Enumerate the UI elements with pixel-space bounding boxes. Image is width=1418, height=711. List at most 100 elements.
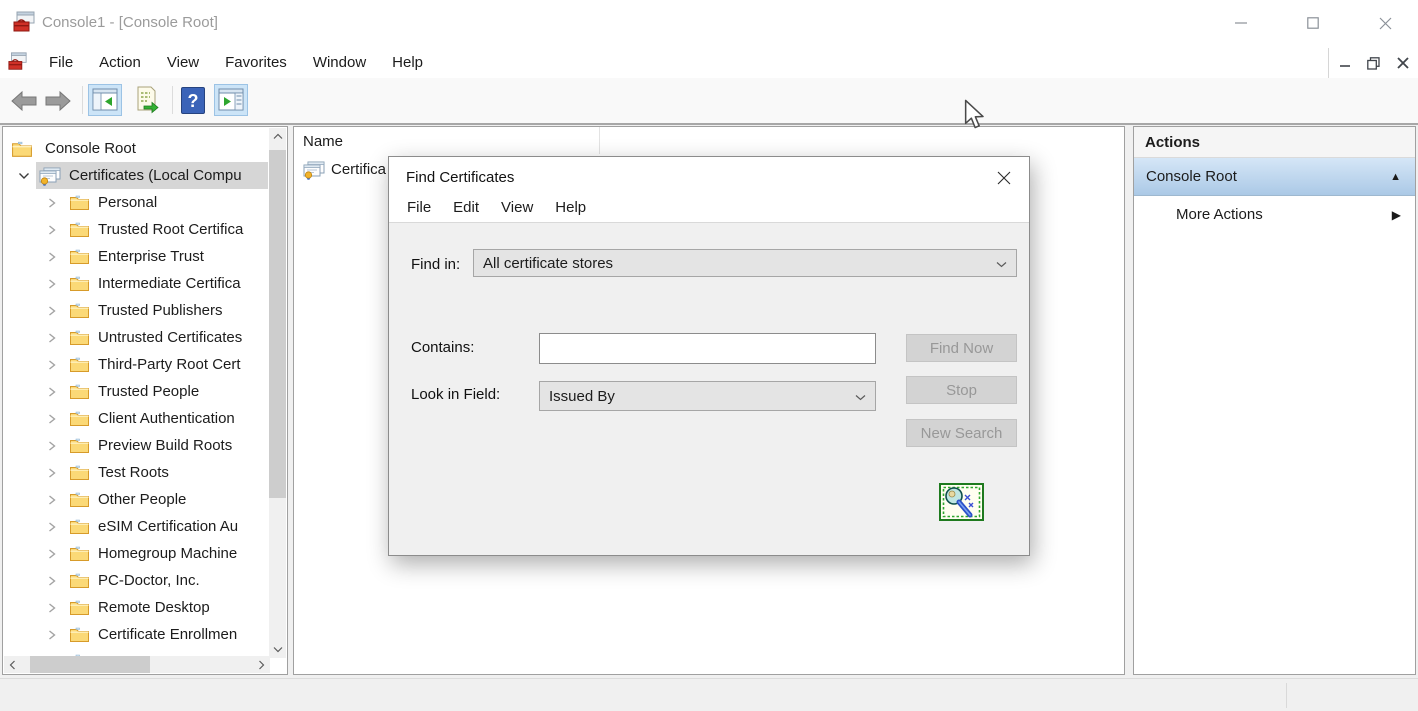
chevron-right-icon[interactable] <box>47 222 59 238</box>
scroll-left-icon[interactable] <box>4 656 21 673</box>
divider <box>82 86 83 114</box>
tree-item[interactable]: Personal <box>47 189 157 216</box>
certificates-icon <box>302 161 325 180</box>
close-button[interactable] <box>1370 10 1400 36</box>
tree-item[interactable]: Certificate Enrollmen <box>47 621 237 648</box>
scroll-right-icon[interactable] <box>253 656 270 673</box>
folder-icon <box>69 410 90 427</box>
chevron-right-icon[interactable] <box>47 357 59 373</box>
find-in-value: All certificate stores <box>483 254 614 272</box>
tree-horizontal-scrollbar[interactable] <box>4 656 270 673</box>
folder-icon <box>69 599 90 616</box>
column-header-name[interactable]: Name <box>303 133 343 150</box>
scrollbar-thumb[interactable] <box>30 656 150 673</box>
export-list-icon[interactable] <box>130 84 164 116</box>
chevron-right-icon[interactable] <box>47 519 59 535</box>
tree-item[interactable]: Intermediate Certifica <box>47 270 241 297</box>
chevron-right-icon[interactable] <box>47 627 59 643</box>
toolbar: ? <box>0 78 1418 125</box>
list-item[interactable]: Certifica <box>302 157 386 181</box>
chevron-right-icon[interactable] <box>47 276 59 292</box>
tree-item-certificates[interactable]: Certificates (Local Compu <box>17 162 242 189</box>
more-actions-item[interactable]: More Actions ▶ <box>1134 196 1415 233</box>
tree-item[interactable]: Preview Build Roots <box>47 432 232 459</box>
menu-action[interactable]: Action <box>86 48 154 78</box>
scrollbar-thumb[interactable] <box>269 150 286 498</box>
tree-item[interactable]: Untrusted Certificates <box>47 324 242 351</box>
tree-item-label: Trusted People <box>98 383 200 400</box>
tree-item-console-root[interactable]: Console Root <box>11 135 136 162</box>
tree-item[interactable]: Trusted Publishers <box>47 297 223 324</box>
chevron-right-icon[interactable] <box>47 411 59 427</box>
folder-icon <box>69 626 90 643</box>
list-item-label: Certifica <box>331 160 387 178</box>
chevron-right-icon[interactable] <box>47 384 59 400</box>
chevron-down-icon[interactable] <box>17 168 32 184</box>
action-pane-toggle-icon[interactable] <box>214 84 248 116</box>
chevron-right-icon[interactable] <box>47 546 59 562</box>
tree-item-label: Trusted Root Certifica <box>98 221 244 238</box>
chevron-right-icon[interactable] <box>47 573 59 589</box>
status-bar <box>0 678 1418 711</box>
menu-favorites[interactable]: Favorites <box>212 48 300 78</box>
dialog-close-icon[interactable] <box>989 165 1019 191</box>
back-arrow-icon[interactable] <box>8 88 40 114</box>
scroll-up-icon[interactable] <box>269 128 286 145</box>
tree-item[interactable]: Trusted People <box>47 378 199 405</box>
menu-window[interactable]: Window <box>300 48 379 78</box>
tree-item[interactable]: Remote Desktop <box>47 594 210 621</box>
tree-item-label: Client Authentication <box>98 410 235 427</box>
tree-item[interactable]: Homegroup Machine <box>47 540 237 567</box>
menu-help[interactable]: Help <box>379 48 436 78</box>
folder-icon <box>69 572 90 589</box>
actions-group-console-root[interactable]: Console Root ▲ <box>1134 158 1415 196</box>
tree-item[interactable]: Other People <box>47 486 186 513</box>
chevron-right-icon[interactable] <box>47 249 59 265</box>
menu-file[interactable]: File <box>36 48 86 78</box>
certificates-icon <box>38 167 61 186</box>
tree-item[interactable]: Enterprise Trust <box>47 243 204 270</box>
mmc-icon <box>8 52 27 76</box>
chevron-right-icon[interactable] <box>47 303 59 319</box>
find-now-button[interactable]: Find Now <box>906 334 1017 362</box>
tree-item-label: Certificate Enrollmen <box>98 626 238 643</box>
child-close-button[interactable] <box>1392 52 1414 74</box>
child-restore-button[interactable] <box>1362 52 1384 74</box>
look-in-field-dropdown[interactable]: Issued By <box>539 381 876 411</box>
minimize-button[interactable] <box>1226 10 1256 36</box>
folder-icon <box>69 518 90 535</box>
tree-item-partial[interactable] <box>69 648 98 656</box>
dialog-menu-edit[interactable]: Edit <box>442 195 490 221</box>
tree-vertical-scrollbar[interactable] <box>269 128 286 658</box>
menu-view[interactable]: View <box>154 48 212 78</box>
tree-item[interactable]: Client Authentication <box>47 405 235 432</box>
tree-item[interactable]: Test Roots <box>47 459 169 486</box>
chevron-right-icon[interactable] <box>47 438 59 454</box>
dialog-menu-file[interactable]: File <box>396 195 442 221</box>
chevron-right-icon[interactable] <box>47 492 59 508</box>
collapse-icon[interactable]: ▲ <box>1390 171 1401 183</box>
maximize-button[interactable] <box>1298 10 1328 36</box>
new-search-button[interactable]: New Search <box>906 419 1017 447</box>
dialog-menu-view[interactable]: View <box>490 195 544 221</box>
chevron-right-icon[interactable] <box>47 465 59 481</box>
console-tree-toggle-icon[interactable] <box>88 84 122 116</box>
dialog-menu-help[interactable]: Help <box>544 195 597 221</box>
column-divider[interactable] <box>599 127 600 154</box>
stop-button[interactable]: Stop <box>906 376 1017 404</box>
forward-arrow-icon[interactable] <box>42 88 74 114</box>
chevron-right-icon[interactable] <box>47 600 59 616</box>
tree-item[interactable]: Third-Party Root Cert <box>47 351 241 378</box>
chevron-right-icon[interactable] <box>47 330 59 346</box>
child-minimize-button[interactable] <box>1334 52 1356 74</box>
contains-input[interactable] <box>539 333 876 364</box>
tree-item[interactable]: Trusted Root Certifica <box>47 216 243 243</box>
tree-item[interactable]: PC-Doctor, Inc. <box>47 567 200 594</box>
tree-item[interactable]: eSIM Certification Au <box>47 513 238 540</box>
chevron-right-icon[interactable] <box>47 195 59 211</box>
find-in-dropdown[interactable]: All certificate stores <box>473 249 1017 277</box>
window-title: Console1 - [Console Root] <box>42 14 218 31</box>
scroll-down-icon[interactable] <box>269 641 286 658</box>
help-icon[interactable]: ? <box>178 85 208 115</box>
find-certificates-dialog: Find Certificates File Edit View Help Fi… <box>388 156 1030 556</box>
